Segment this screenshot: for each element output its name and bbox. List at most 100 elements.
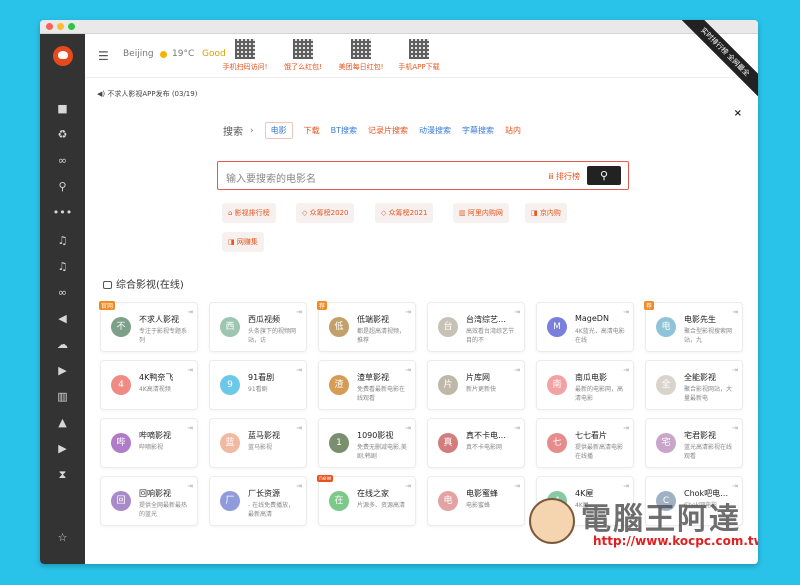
close-icon[interactable]: × [734,108,742,119]
recycle-icon[interactable]: ♻ [40,128,85,142]
go-arrow-icon[interactable]: ⇥ [732,366,738,374]
site-card[interactable]: 在在线之家 片源多、资源高清 ⇥ new [317,475,416,526]
cloud-icon[interactable]: ☁ [40,338,85,352]
link-icon[interactable]: ∞ [40,286,85,300]
qr-eleme[interactable]: 饿了么红包! [273,39,333,72]
go-arrow-icon[interactable]: ⇥ [405,366,411,374]
site-name: 哔嘀影视 [139,431,171,440]
qr-app-download[interactable]: 手机APP下载 [389,39,449,72]
rank-link[interactable]: ⅲ 排行榜 [548,171,580,182]
chip-earn-money[interactable]: ◨ 网赚集 [222,232,264,252]
chip-crowdfund-2021[interactable]: ◇ 众筹榜2021 [375,203,434,223]
go-arrow-icon[interactable]: ⇥ [514,424,520,432]
maximize-window-dot[interactable] [68,23,75,30]
search-input[interactable]: 输入要搜索的电影名 [226,170,316,185]
menu-icon[interactable]: ☰ [98,49,109,63]
site-card[interactable]: 不不求人影视 专注于影视专题系列 ⇥ 官网 [99,301,198,352]
play-icon[interactable]: ▶ [40,442,85,456]
search-button[interactable]: ⚲ [587,166,621,185]
site-card[interactable]: 南南瓜电影 最新的电影网，高清电影 ⇥ [536,360,634,410]
megaphone-icon[interactable]: ◀ [40,312,85,326]
qr-meituan[interactable]: 美团每日红包! [331,39,391,72]
site-card[interactable]: 片片库网 新片更新快 ⇥ [427,360,525,410]
go-arrow-icon[interactable]: ⇥ [405,308,411,316]
go-arrow-icon[interactable]: ⇥ [187,482,193,490]
minimize-window-dot[interactable] [57,23,64,30]
close-window-dot[interactable] [46,23,53,30]
tab-site-search[interactable]: 站内 [505,125,521,136]
tab-anime-search[interactable]: 动漫搜索 [419,125,451,136]
site-card[interactable]: 哔哔嘀影视 哔嘀影视 ⇥ [100,418,198,468]
play-icon[interactable]: ▶ [40,364,85,378]
qr-mobile-visit[interactable]: 手机扫码访问! [215,39,275,72]
notice-bar[interactable]: ◀) 不求人影视APP发布 (03/19) [97,89,197,99]
chip-ali-purchase[interactable]: ▥ 阿里内购网 [453,203,509,223]
music-icon[interactable]: ♫ [40,260,85,274]
site-card[interactable]: 真真不卡电… 真不卡电影网 ⇥ [427,418,525,468]
tab-movie[interactable]: 电影 [264,122,293,139]
site-card[interactable]: 渣渣草影视 免费看最新电影在线观看 ⇥ [318,360,416,410]
site-name: 七七看片 [575,431,607,440]
go-arrow-icon[interactable]: ⇥ [732,424,738,432]
site-logo-icon[interactable] [53,46,73,66]
go-arrow-icon[interactable]: ⇥ [296,482,302,490]
go-arrow-icon[interactable]: ⇥ [623,482,629,490]
go-arrow-icon[interactable]: ⇥ [732,482,738,490]
search-icon[interactable]: ⚲ [40,180,85,194]
hourglass-icon[interactable]: ⧗ [40,468,85,482]
go-arrow-icon[interactable]: ⇥ [405,424,411,432]
go-arrow-icon[interactable]: ⇥ [296,366,302,374]
site-card[interactable]: 七七七看片 提供最新高清电影在线播 ⇥ [536,418,634,468]
go-arrow-icon[interactable]: ⇥ [514,366,520,374]
site-description: 聚合影视网站，大量最新电 [684,386,733,402]
card-badge: new [317,475,334,482]
video-icon[interactable]: ■ [40,102,85,116]
site-card[interactable]: 厂厂长资源 - 在线免费播放，最新高清 ⇥ [209,476,307,526]
site-card[interactable]: 低低端影视 都是超高清视频，推荐 ⇥ 荐 [317,301,416,352]
more-icon[interactable]: ••• [40,206,85,220]
site-card[interactable]: 宅宅君影视 蓝光高清影视在线观看 ⇥ [645,418,743,468]
site-card[interactable]: 电电影先生 聚合型影视搜索网站，九 ⇥ 荐 [644,301,743,352]
qr-label: 美团每日红包! [338,63,384,71]
go-arrow-icon[interactable]: ⇥ [623,308,629,316]
go-arrow-icon[interactable]: ⇥ [623,424,629,432]
site-avatar: 全 [656,375,676,395]
site-card[interactable]: 电电影蜜蜂 电影蜜蜂 ⇥ [427,476,525,526]
site-card[interactable]: 1 1090影视 免费无删减电影,美剧,韩剧 ⇥ [318,418,416,468]
go-arrow-icon[interactable]: ⇥ [187,366,193,374]
tab-download[interactable]: 下载 [304,125,320,136]
site-card[interactable]: 蓝蓝马影视 蓝马影视 ⇥ [209,418,307,468]
qr-label: 手机扫码访问! [222,63,268,71]
site-card[interactable]: 西西瓜视频 头条旗下的视频网站，访 ⇥ [209,302,307,352]
go-arrow-icon[interactable]: ⇥ [405,482,411,490]
link-icon[interactable]: ∞ [40,154,85,168]
chip-movie-rank[interactable]: ⌂ 影视排行榜 [222,203,276,223]
site-card[interactable]: 回回响影视 提供全网最新最热的蓝光 ⇥ [100,476,198,526]
search-box[interactable]: 输入要搜索的电影名 ⅲ 排行榜 ⚲ [217,161,629,190]
star-icon[interactable]: ☆ [40,531,85,545]
site-card[interactable]: 4 4K鸭奈飞 4K高清视频 ⇥ [100,360,198,410]
chevron-right-icon: › [250,125,254,136]
go-arrow-icon[interactable]: ⇥ [187,308,193,316]
chip-crowdfund-2020[interactable]: ◇ 众筹榜2020 [296,203,355,223]
tab-documentary-search[interactable]: 记录片搜索 [368,125,408,136]
chip-jd-purchase[interactable]: ◨ 京内购 [525,203,567,223]
go-arrow-icon[interactable]: ⇥ [514,482,520,490]
weather-city: Beijing [123,49,154,59]
go-arrow-icon[interactable]: ⇥ [514,308,520,316]
bank-icon[interactable]: ▥ [40,390,85,404]
go-arrow-icon[interactable]: ⇥ [732,308,738,316]
site-name: 91看剧 [248,373,275,382]
go-arrow-icon[interactable]: ⇥ [296,308,302,316]
graduation-icon[interactable]: ▲ [40,416,85,430]
site-card[interactable]: 台台湾综艺… 高效看台湾综艺节目的不 ⇥ [427,302,525,352]
tab-subtitle-search[interactable]: 字幕搜索 [462,125,494,136]
site-card[interactable]: M MageDN 4K蓝光，高清电影在线 ⇥ [536,302,634,352]
tab-bt-search[interactable]: BT搜索 [331,125,357,136]
go-arrow-icon[interactable]: ⇥ [187,424,193,432]
music-icon[interactable]: ♫ [40,234,85,248]
site-card[interactable]: 9 91看剧 91看剧 ⇥ [209,360,307,410]
go-arrow-icon[interactable]: ⇥ [296,424,302,432]
go-arrow-icon[interactable]: ⇥ [623,366,629,374]
site-card[interactable]: 全全能影视 聚合影视网站，大量最新电 ⇥ [645,360,743,410]
